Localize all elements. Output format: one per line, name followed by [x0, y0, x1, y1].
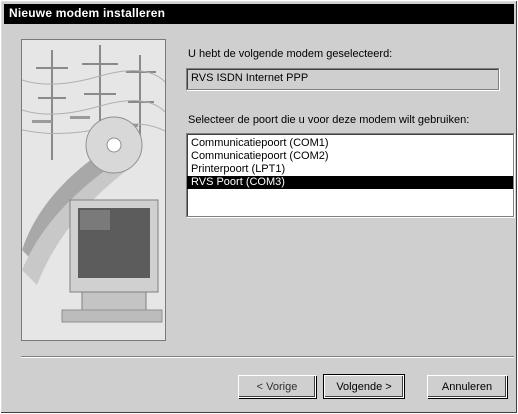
list-item-com3-selected[interactable]: RVS Poort (COM3): [187, 176, 513, 189]
back-button[interactable]: < Vorige: [238, 375, 316, 398]
port-listbox[interactable]: Communicatiepoort (COM1) Communicatiepoo…: [186, 133, 514, 217]
selected-modem-field: RVS ISDN Internet PPP: [186, 68, 499, 90]
list-item-com2[interactable]: Communicatiepoort (COM2): [187, 150, 513, 163]
list-item-lpt1[interactable]: Printerpoort (LPT1): [187, 163, 513, 176]
selected-modem-label: U hebt de volgende modem geselecteerd:: [188, 48, 393, 60]
wizard-illustration: [21, 39, 166, 341]
port-select-label: Selecteer de poort die u voor deze modem…: [188, 114, 470, 126]
cancel-button[interactable]: Annuleren: [427, 375, 507, 398]
title-bar[interactable]: Nieuwe modem installeren: [4, 4, 514, 24]
modem-install-dialog: Nieuwe modem installeren U hebt de volge…: [0, 0, 518, 414]
next-button[interactable]: Volgende >: [323, 374, 405, 399]
divider: [21, 356, 514, 358]
window-title: Nieuwe modem installeren: [9, 6, 166, 20]
list-item-com1[interactable]: Communicatiepoort (COM1): [187, 137, 513, 150]
